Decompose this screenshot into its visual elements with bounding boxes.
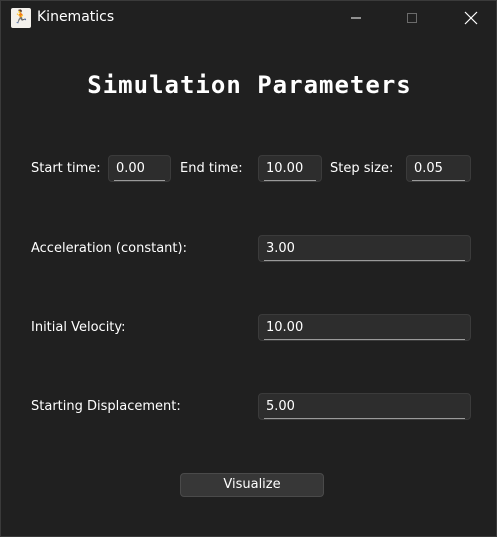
page-title: Simulation Parameters	[87, 71, 412, 99]
starting-displacement-label: Starting Displacement:	[31, 399, 181, 414]
close-button[interactable]	[448, 1, 494, 35]
step-size-label: Step size:	[330, 161, 394, 176]
start-time-input[interactable]: 0.00	[108, 155, 171, 182]
maximize-button[interactable]	[389, 1, 435, 35]
visualize-button[interactable]: Visualize	[180, 473, 324, 497]
end-time-input[interactable]: 10.00	[258, 155, 322, 182]
close-icon	[464, 11, 478, 25]
starting-displacement-input[interactable]: 5.00	[258, 393, 471, 420]
step-size-input[interactable]: 0.05	[406, 155, 471, 182]
minimize-icon	[351, 17, 361, 19]
maximize-icon	[407, 13, 417, 23]
app-window: 🏃 Kinematics Simulation Parameters Start…	[0, 0, 497, 537]
end-time-label: End time:	[180, 161, 243, 176]
initial-velocity-label: Initial Velocity:	[31, 320, 126, 335]
acceleration-input[interactable]: 3.00	[258, 235, 471, 262]
window-title: Kinematics	[37, 9, 115, 25]
running-figure-icon: 🏃	[11, 8, 31, 28]
start-time-label: Start time:	[31, 161, 101, 176]
acceleration-label: Acceleration (constant):	[31, 241, 187, 256]
initial-velocity-input[interactable]: 10.00	[258, 314, 471, 341]
title-bar[interactable]: 🏃 Kinematics	[1, 1, 496, 35]
minimize-button[interactable]	[333, 1, 379, 35]
